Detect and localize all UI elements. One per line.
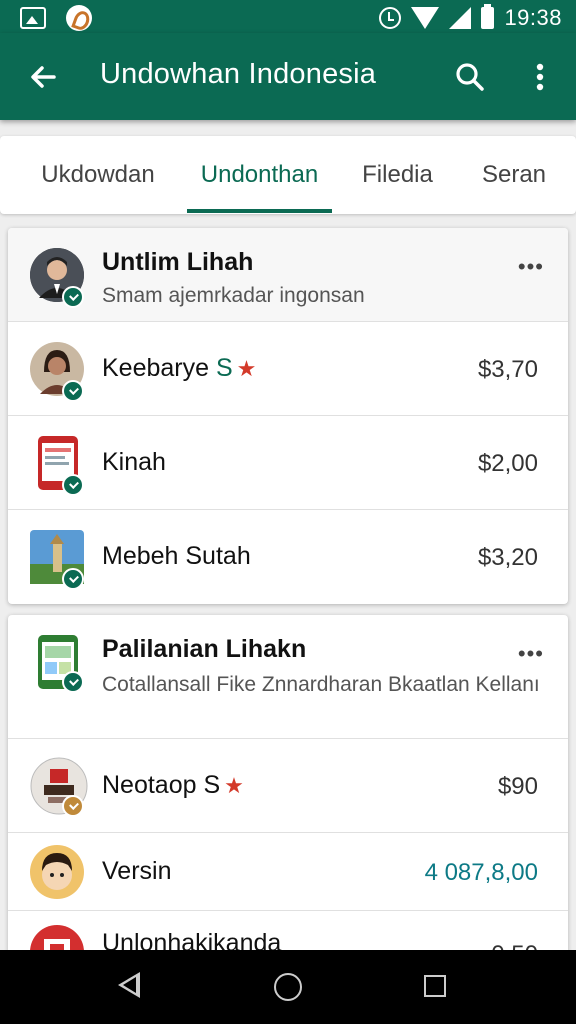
tab-undonthan[interactable]: Undonthan [187, 136, 332, 214]
badge-icon [62, 795, 84, 817]
section-card: Untlim Lihah Smam ajemrkadar ingonsan ••… [8, 228, 568, 604]
section-header[interactable]: Untlim Lihah Smam ajemrkadar ingonsan ••… [8, 228, 568, 322]
more-vert-icon[interactable] [528, 59, 552, 95]
section-subtitle: Smam ajemrkadar ingonsan [102, 284, 365, 307]
app-bar: Undowhan Indonesia [0, 33, 576, 120]
section-subtitle: Cotallansall Fike Znnardharan Bkaatlan K… [102, 673, 540, 696]
alarm-icon [379, 7, 402, 29]
list-item[interactable]: Neotaop S ★ $90 [8, 739, 568, 833]
nav-home-icon[interactable] [274, 973, 302, 1001]
page-title: Undowhan Indonesia [100, 58, 377, 90]
verified-badge-icon [62, 568, 84, 590]
search-icon[interactable] [452, 59, 488, 95]
tab-bar: Ukdowdan Undonthan Filedia Seran [0, 136, 576, 214]
item-title: Mebeh Sutah [102, 542, 251, 570]
item-title: Keebarye S ★ [102, 354, 257, 382]
gallery-icon [20, 7, 46, 29]
verified-badge-icon [62, 380, 84, 402]
battery-icon [481, 4, 495, 29]
verified-badge-icon [62, 286, 84, 308]
section-card: Palilanian Lihakn Cotallansall Fike Znna… [8, 615, 568, 955]
wifi-icon [411, 7, 440, 29]
item-price: $3,20 [477, 544, 538, 571]
app-icon [66, 5, 92, 31]
nav-back-icon[interactable] [118, 972, 140, 998]
item-price: $2,00 [477, 450, 538, 477]
navigation-bar [0, 950, 576, 1024]
verified-badge-icon [62, 671, 84, 693]
signal-icon [449, 7, 472, 29]
list-item[interactable]: Versin 4 087,8,00 [8, 833, 568, 911]
tab-seran[interactable]: Seran [466, 136, 562, 214]
section-title: Untlim Lihah [102, 248, 254, 276]
item-price: $3,70 [477, 356, 538, 383]
tab-ukdowdan[interactable]: Ukdowdan [20, 136, 176, 214]
star-icon: ★ [236, 356, 257, 381]
list-item[interactable]: Unlonhakikanda 0,50 [8, 911, 568, 955]
overflow-menu-icon[interactable]: ••• [518, 254, 544, 280]
back-arrow-icon[interactable] [26, 59, 62, 95]
overflow-menu-icon[interactable]: ••• [518, 641, 544, 667]
section-header[interactable]: Palilanian Lihakn Cotallansall Fike Znna… [8, 615, 568, 739]
nav-recents-icon[interactable] [424, 975, 446, 997]
active-tab-indicator [187, 209, 332, 213]
section-title: Palilanian Lihakn [102, 635, 307, 663]
item-title: Versin [102, 857, 172, 885]
clock: 19:38 [504, 5, 562, 30]
list-item[interactable]: Kinah $2,00 [8, 416, 568, 510]
tab-filedia[interactable]: Filedia [345, 136, 450, 214]
item-price: $90 [497, 773, 538, 800]
item-title: Kinah [102, 448, 166, 476]
item-price: 4 087,8,00 [424, 859, 538, 886]
list-item[interactable]: Keebarye S ★ $3,70 [8, 322, 568, 416]
star-icon: ★ [224, 773, 244, 798]
avatar [30, 845, 84, 899]
item-title: Neotaop S ★ [102, 771, 244, 799]
list-item[interactable]: Mebeh Sutah $3,20 [8, 510, 568, 604]
status-bar: 19:38 [0, 0, 576, 33]
verified-badge-icon [62, 474, 84, 496]
